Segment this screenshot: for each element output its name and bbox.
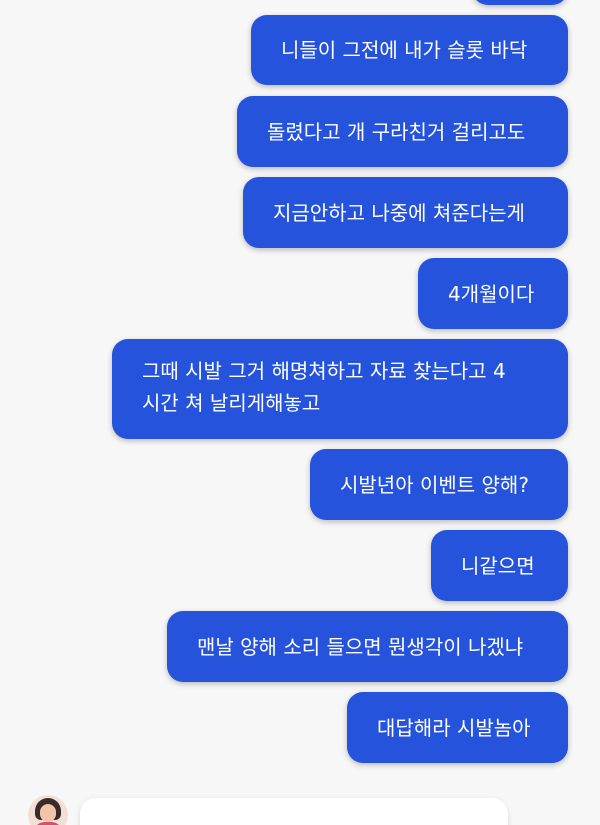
message-text: 니들이 그전에 내가 슬롯 바닥 [281,38,528,62]
message-bubble[interactable]: 대답해라 시발놈아 [347,692,568,763]
message-text: 맨날 양해 소리 들으면 뭔생각이 나겠냐 [197,634,524,659]
message-text: 니같으면 [461,553,535,578]
message-text: 돌렸다고 개 구라친거 걸리고도 [267,119,526,144]
message-text: 그때 시발 그거 해명쳐하고 자료 찾는다고 4 시간 쳐 날리게해놓고 [142,359,506,415]
message-bubble[interactable]: 지금안하고 나중에 쳐준다는게 [243,177,568,248]
chat-thread: 니들이 그전에 내가 슬롯 바닥 돌렸다고 개 구라친거 걸리고도 지금안하고 … [0,0,600,825]
message-text: 대답해라 시발놈아 [377,715,531,740]
message-bubble[interactable]: 돌렸다고 개 구라친거 걸리고도 [237,96,568,167]
message-bubble[interactable]: 맨날 양해 소리 들으면 뭔생각이 나겠냐 [167,611,568,682]
message-text: 시발년아 이벤트 양해? [340,472,529,497]
message-bubble[interactable] [472,0,568,5]
message-bubble[interactable]: 4개월이다 [418,258,568,329]
message-bubble[interactable]: 니들이 그전에 내가 슬롯 바닥 [251,15,568,85]
message-bubble[interactable]: 그때 시발 그거 해명쳐하고 자료 찾는다고 4 시간 쳐 날리게해놓고 [112,339,568,439]
message-text: 지금안하고 나중에 쳐준다는게 [273,200,525,225]
message-bubble[interactable]: 시발년아 이벤트 양해? [310,449,568,520]
woman-avatar-icon[interactable] [28,795,68,825]
incoming-message-bubble[interactable] [80,798,508,825]
message-bubble[interactable]: 니같으면 [431,530,568,601]
message-text: 4개월이다 [448,281,535,306]
